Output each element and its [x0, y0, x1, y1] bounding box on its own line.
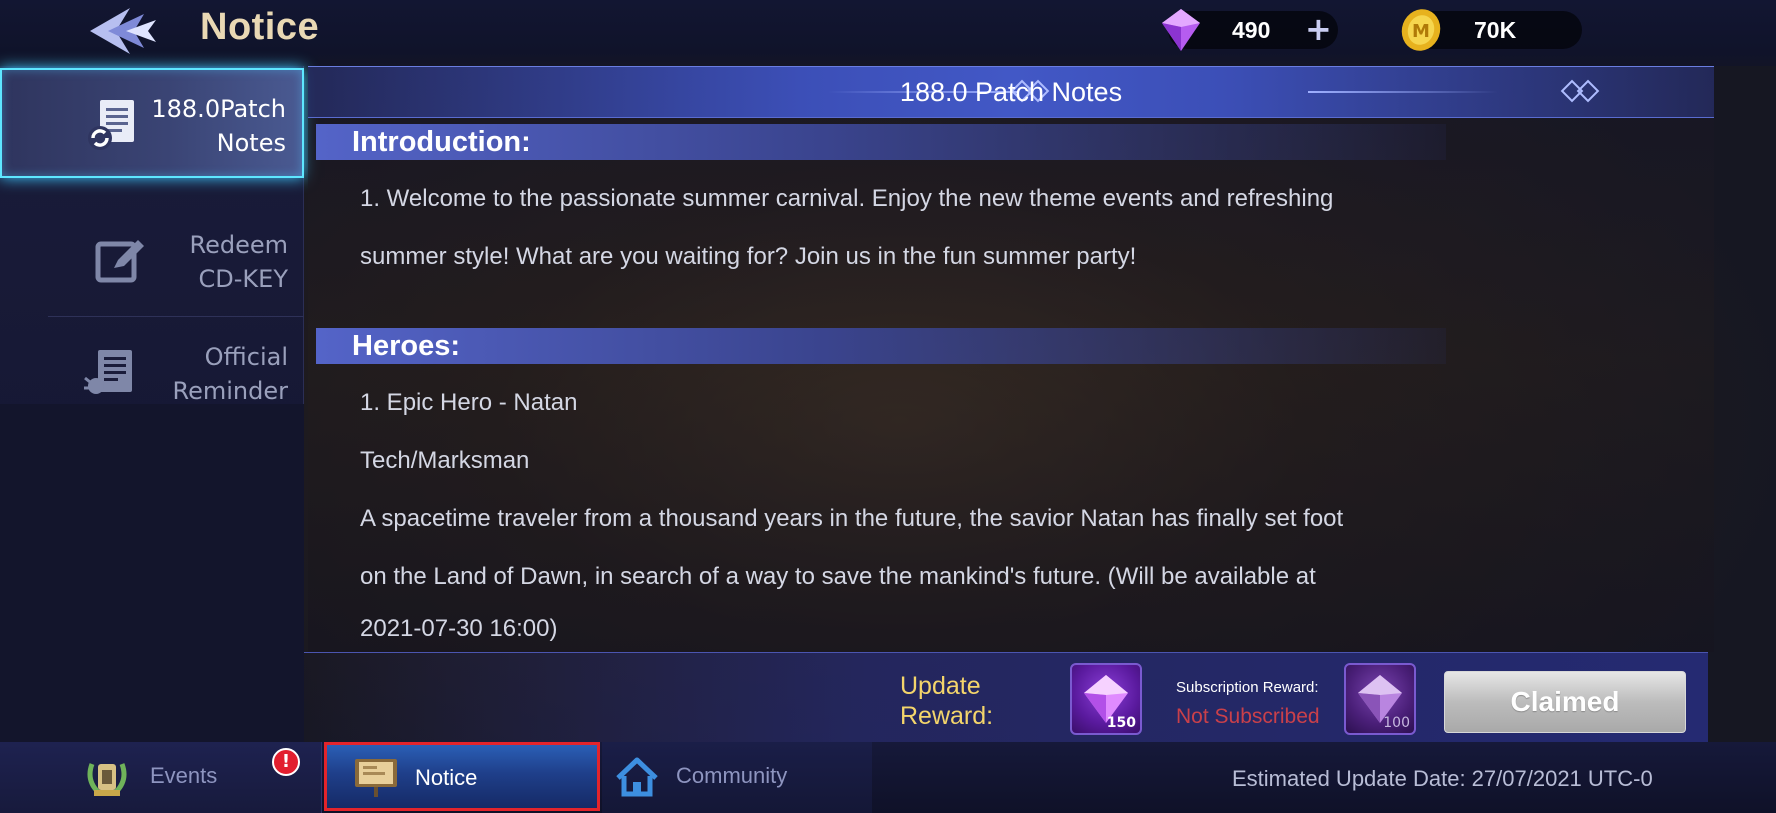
battle-point-coin-icon: M — [1401, 9, 1441, 51]
paragraph-line: on the Land of Dawn, in search of a way … — [360, 563, 1316, 590]
section-title: Introduction: — [352, 126, 531, 158]
claimed-button[interactable]: Claimed — [1444, 671, 1686, 733]
notice-board-icon — [355, 759, 397, 797]
update-reward-item[interactable]: 150 — [1070, 663, 1142, 735]
subscription-reward-label: Subscription Reward: — [1176, 679, 1319, 696]
section-header-introduction: Introduction: — [316, 124, 1446, 160]
sidebar-item-redeem-cdkey[interactable]: Redeem CD-KEY — [48, 206, 304, 317]
tab-label: Events — [150, 763, 218, 788]
reward-count: 100 — [1383, 715, 1410, 731]
paragraph-line: 1. Welcome to the passionate summer carn… — [360, 185, 1334, 212]
reward-count: 150 — [1106, 715, 1136, 731]
patch-notes-content[interactable]: 188.0 Patch Notes Introduction: 1. Welco… — [308, 66, 1714, 652]
alert-badge-icon: ! — [272, 748, 300, 776]
update-reward-bar: Update Reward: 150 Subscription Reward: … — [304, 652, 1708, 748]
subscription-status: Not Subscribed — [1176, 705, 1320, 728]
diamond-count: 490 — [1232, 16, 1271, 43]
diamond-icon — [1162, 9, 1200, 51]
tab-community[interactable]: Community — [602, 742, 872, 813]
tab-label: Notice — [415, 765, 478, 790]
paragraph-line: A spacetime traveler from a thousand yea… — [360, 505, 1344, 532]
tab-notice[interactable]: Notice — [324, 742, 600, 811]
patch-notes-header: 188.0 Patch Notes — [308, 66, 1714, 118]
sidebar: 188.0Patch Notes Redeem CD-KEY Official … — [0, 66, 304, 804]
top-bar: Notice 490 + M 70K — [0, 0, 1776, 66]
events-laurel-icon — [87, 763, 127, 796]
update-reward-label: Update Reward: — [900, 672, 994, 730]
page-title: Notice — [200, 6, 320, 48]
subscription-reward-item[interactable]: 100 — [1344, 663, 1416, 735]
section-title: Heroes: — [352, 330, 460, 362]
patch-notes-title: 188.0 Patch Notes — [899, 77, 1123, 107]
header-ornament-right — [1308, 91, 1498, 93]
coin-count: 70K — [1474, 16, 1517, 43]
section-header-heroes: Heroes: — [316, 328, 1446, 364]
tab-label: Community — [676, 763, 788, 788]
tab-events[interactable]: Events ! — [0, 742, 322, 813]
svg-text:M: M — [1412, 21, 1430, 42]
back-arrow-icon[interactable] — [86, 6, 172, 56]
paragraph-line: summer style! What are you waiting for? … — [360, 243, 1137, 270]
sidebar-item-label: Official Reminder — [172, 343, 289, 405]
estimated-update-date: Estimated Update Date: 27/07/2021 UTC-0 — [1232, 766, 1653, 791]
sidebar-item-official-reminder[interactable]: Official Reminder — [0, 318, 304, 429]
home-icon — [616, 757, 658, 797]
paragraph-line: 1. Epic Hero - Natan — [360, 389, 578, 416]
coin-balance: M 70K — [1401, 9, 1582, 51]
sidebar-item-label: Redeem CD-KEY — [189, 231, 288, 293]
bottom-tab-bar: Events ! Notice Community Estimated Upda… — [0, 742, 1776, 813]
paragraph-line: Tech/Marksman — [360, 447, 530, 474]
sidebar-item-label: 188.0Patch Notes — [151, 95, 286, 157]
sidebar-item-patch-notes[interactable]: 188.0Patch Notes — [0, 68, 304, 178]
diamond-balance: 490 + — [1162, 9, 1338, 51]
paragraph-line: 2021-07-30 16:00) — [360, 615, 558, 642]
add-diamond-button[interactable]: + — [1305, 12, 1332, 46]
